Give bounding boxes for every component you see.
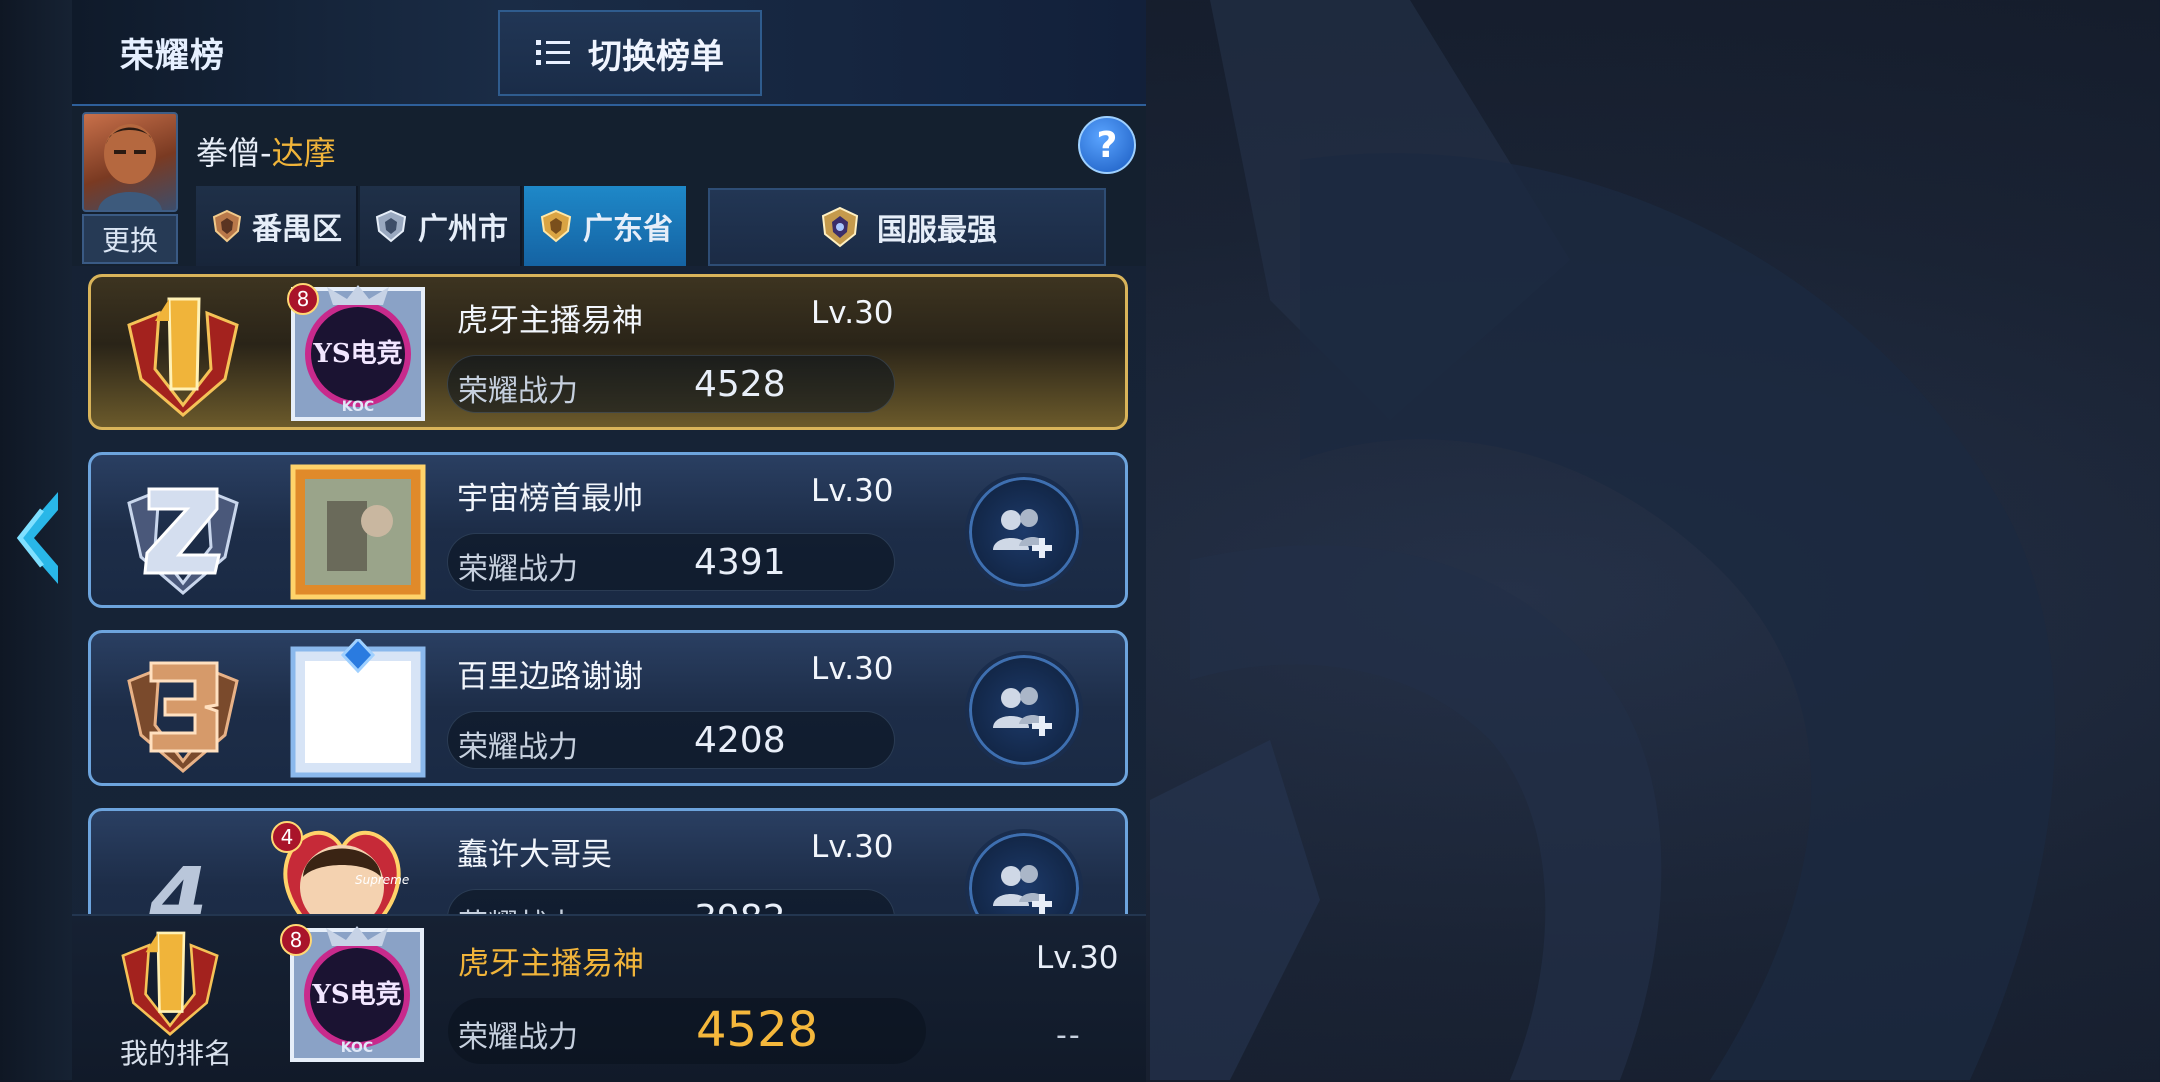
rank-1-gold-badge-icon bbox=[127, 297, 239, 417]
my-rank-gold-badge-icon bbox=[121, 931, 219, 1036]
player-name: 虎牙主播易神 bbox=[457, 303, 643, 339]
avatar-text: Supreme bbox=[355, 873, 410, 887]
crown-shield-icon bbox=[821, 206, 859, 248]
help-button[interactable]: ? bbox=[1078, 116, 1136, 174]
tab-district[interactable]: 番禺区 bbox=[196, 186, 358, 266]
add-friend-icon bbox=[993, 687, 1052, 736]
my-avatar[interactable]: YS电竞 KOC 8 bbox=[280, 924, 428, 1066]
back-arrow-icon[interactable] bbox=[8, 488, 68, 588]
player-avatar[interactable]: YS电竞 KOC 8 bbox=[287, 283, 429, 425]
tab-province-label: 广东省 bbox=[583, 212, 673, 247]
rank-number: 4 bbox=[149, 849, 208, 914]
add-friend-icon bbox=[993, 509, 1052, 558]
player-name: 百里边路谢谢 bbox=[457, 659, 643, 695]
ranking-row-4[interactable]: 4 Supreme 4 蠢许大哥吴 Lv.30 荣耀战力 3982 bbox=[88, 808, 1128, 914]
power-label: 荣耀战力 bbox=[458, 374, 578, 409]
ranking-list: YS电竞 KOC 8 虎牙主播易神 Lv.30 荣耀战力 4528 宇宙榜首最帅… bbox=[72, 268, 1146, 914]
hero-portrait[interactable] bbox=[82, 112, 178, 212]
gold-shield-icon bbox=[540, 209, 572, 243]
player-level-badge: 8 bbox=[287, 283, 319, 315]
player-name: 宇宙榜首最帅 bbox=[457, 481, 643, 517]
player-avatar[interactable]: Supreme 4 bbox=[271, 817, 413, 914]
bronze-shield-icon bbox=[212, 209, 242, 243]
power-label: 荣耀战力 bbox=[458, 900, 578, 914]
ranking-row-2[interactable]: 宇宙榜首最帅 Lv.30 荣耀战力 4391 bbox=[88, 452, 1128, 608]
tab-city[interactable]: 广州市 bbox=[360, 186, 522, 266]
power-value: 4208 bbox=[694, 720, 786, 761]
rank-2-silver-badge-icon bbox=[127, 487, 239, 595]
hero-separator: - bbox=[260, 134, 272, 172]
power-pill: 荣耀战力 4208 bbox=[447, 711, 895, 769]
power-pill: 荣耀战力 3982 bbox=[447, 889, 895, 914]
add-friend-icon bbox=[993, 865, 1052, 914]
frame-label: KOC bbox=[341, 399, 375, 415]
header-bar: 荣耀榜 切换榜单 bbox=[72, 0, 1146, 106]
switch-leaderboard-button[interactable]: 切换榜单 bbox=[498, 10, 762, 96]
power-value: 3982 bbox=[694, 898, 786, 914]
my-rank-label: 我的排名 bbox=[120, 1037, 233, 1070]
my-power-pill: 荣耀战力 4528 bbox=[448, 998, 926, 1064]
my-power-value: 4528 bbox=[696, 1002, 819, 1058]
list-icon bbox=[536, 40, 570, 65]
player-level: Lv.30 bbox=[811, 295, 894, 331]
player-level: Lv.30 bbox=[811, 473, 894, 509]
my-rank-bar: 我的排名 YS电竞 KOC 8 虎牙主播易神 Lv.30 荣耀战力 4528 -… bbox=[72, 914, 1146, 1082]
rank-3-bronze-badge-icon bbox=[127, 661, 239, 773]
add-friend-button[interactable] bbox=[965, 829, 1083, 914]
power-pill: 荣耀战力 4528 bbox=[447, 355, 895, 413]
silver-shield-icon bbox=[375, 209, 407, 243]
player-avatar[interactable] bbox=[287, 461, 429, 603]
tab-national[interactable]: 国服最强 bbox=[708, 188, 1106, 266]
player-level-badge: 4 bbox=[271, 821, 303, 853]
frame-label: KOC bbox=[340, 1040, 374, 1056]
add-friend-button[interactable] bbox=[965, 651, 1083, 769]
my-player-level: Lv.30 bbox=[1036, 940, 1119, 976]
power-pill: 荣耀战力 4391 bbox=[447, 533, 895, 591]
tab-national-label: 国服最强 bbox=[877, 213, 997, 248]
player-level: Lv.30 bbox=[811, 829, 894, 865]
power-value: 4528 bbox=[694, 364, 786, 405]
hero-selector: 更换 拳僧-达摩 ? 番禺区 广州市 广东省 国服最强 bbox=[72, 106, 1146, 266]
background-artwork bbox=[1150, 0, 2056, 1080]
ranking-row-3[interactable]: 百里边路谢谢 Lv.30 荣耀战力 4208 bbox=[88, 630, 1128, 786]
power-label: 荣耀战力 bbox=[458, 730, 578, 765]
add-friend-button[interactable] bbox=[965, 473, 1083, 591]
player-avatar[interactable] bbox=[287, 636, 429, 781]
player-name: 蠢许大哥吴 bbox=[457, 837, 612, 873]
power-label: 荣耀战力 bbox=[458, 552, 578, 587]
switch-leaderboard-label: 切换榜单 bbox=[588, 36, 724, 77]
tab-city-label: 广州市 bbox=[418, 212, 508, 247]
my-power-label: 荣耀战力 bbox=[458, 1020, 578, 1055]
avatar-text: YS电竞 bbox=[312, 980, 402, 1010]
ranking-row-1[interactable]: YS电竞 KOC 8 虎牙主播易神 Lv.30 荣耀战力 4528 bbox=[88, 274, 1128, 430]
my-rank-change: -- bbox=[1056, 1018, 1082, 1053]
change-hero-button[interactable]: 更换 bbox=[82, 214, 178, 264]
tab-district-label: 番禺区 bbox=[252, 212, 342, 247]
hero-name: 拳僧-达摩 bbox=[196, 128, 336, 174]
page-title: 荣耀榜 bbox=[120, 36, 225, 76]
avatar-text: YS电竞 bbox=[313, 339, 403, 369]
tab-province[interactable]: 广东省 bbox=[524, 186, 686, 266]
my-player-name: 虎牙主播易神 bbox=[458, 946, 644, 982]
my-level-badge: 8 bbox=[280, 924, 312, 956]
hero-class: 拳僧 bbox=[196, 134, 261, 172]
hero-title: 达摩 bbox=[271, 134, 336, 172]
power-value: 4391 bbox=[694, 542, 786, 583]
player-level: Lv.30 bbox=[811, 651, 894, 687]
